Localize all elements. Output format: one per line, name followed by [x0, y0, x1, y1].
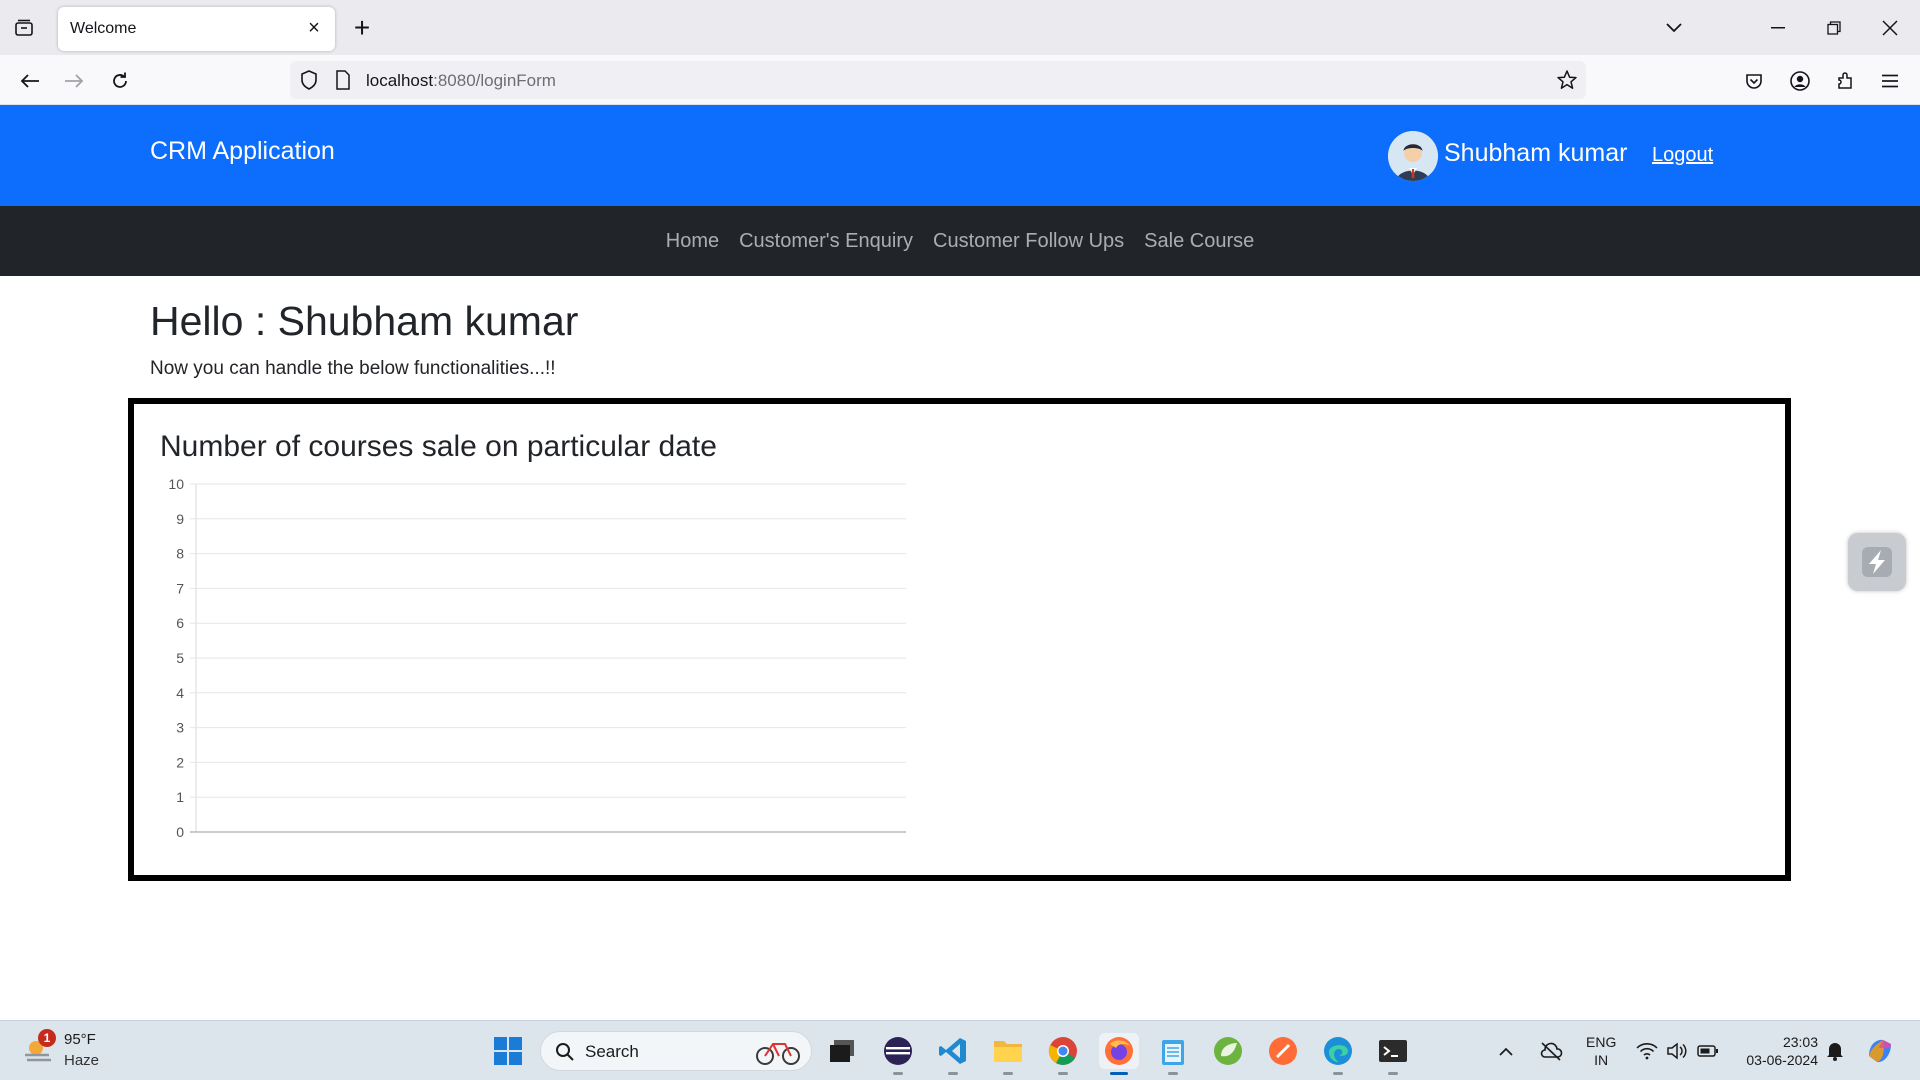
- wifi-icon[interactable]: [1634, 1033, 1660, 1069]
- active-indicator: [1110, 1072, 1128, 1075]
- account-icon[interactable]: [1784, 65, 1816, 97]
- spring-tool-icon[interactable]: [1210, 1033, 1246, 1069]
- vscode-icon[interactable]: [935, 1033, 971, 1075]
- y-tick-label: 3: [176, 720, 184, 736]
- logout-link[interactable]: Logout: [1652, 144, 1713, 167]
- reload-icon[interactable]: [104, 65, 136, 97]
- page-title: Hello : Shubham kumar: [150, 298, 579, 344]
- url-path: :8080/loginForm: [433, 71, 556, 90]
- weather-badge: 1: [38, 1029, 56, 1047]
- running-indicator: [948, 1072, 958, 1075]
- battery-icon[interactable]: [1695, 1033, 1721, 1069]
- y-tick-label: 7: [176, 580, 184, 596]
- user-name: Shubham kumar: [1444, 139, 1628, 167]
- running-indicator: [1333, 1072, 1343, 1075]
- bolt-icon: [1862, 547, 1892, 577]
- y-tick-label: 10: [168, 476, 184, 492]
- nav-home[interactable]: Home: [656, 230, 729, 253]
- running-indicator: [1003, 1072, 1013, 1075]
- running-indicator: [1388, 1072, 1398, 1075]
- y-tick-label: 6: [176, 615, 184, 631]
- star-icon[interactable]: [1556, 69, 1578, 91]
- window-close-icon[interactable]: [1874, 12, 1906, 44]
- nav-customer-follow-ups[interactable]: Customer Follow Ups: [923, 230, 1134, 253]
- language-indicator[interactable]: ENG IN: [1586, 1033, 1616, 1069]
- close-icon[interactable]: ×: [303, 17, 325, 39]
- browser-toolbar: localhost:8080/loginForm: [0, 55, 1920, 105]
- bicycle-icon: [756, 1043, 800, 1065]
- brand-title[interactable]: CRM Application: [150, 137, 335, 166]
- y-tick-label: 0: [176, 824, 184, 840]
- browser-tab-bar: Welcome × +: [0, 0, 1920, 55]
- restore-icon[interactable]: [1818, 12, 1850, 44]
- extensions-icon[interactable]: [1829, 65, 1861, 97]
- volume-icon[interactable]: [1664, 1033, 1690, 1069]
- browser-tab-welcome[interactable]: Welcome ×: [58, 7, 335, 51]
- search-icon: [556, 1043, 574, 1061]
- avatar: [1388, 131, 1438, 181]
- edge-icon[interactable]: [1320, 1033, 1356, 1075]
- clock-date: 03-06-2024: [1746, 1052, 1818, 1068]
- clock-time: 23:03: [1782, 1034, 1818, 1050]
- y-tick-label: 9: [176, 511, 184, 527]
- firefox-icon[interactable]: [1099, 1033, 1139, 1075]
- page-icon[interactable]: [332, 69, 354, 91]
- lang-code: ENG: [1586, 1034, 1617, 1050]
- page-subtitle: Now you can handle the below functionali…: [150, 358, 556, 379]
- windows-taskbar: 1 95°F Haze Search ENG IN 23:03 03-06-20…: [0, 1020, 1920, 1080]
- chevron-down-icon[interactable]: [1660, 14, 1688, 42]
- url-host: localhost: [366, 71, 434, 90]
- minimize-icon[interactable]: [1762, 12, 1794, 44]
- copilot-icon[interactable]: [1862, 1033, 1898, 1069]
- main-nav: Home Customer's Enquiry Customer Follow …: [0, 206, 1920, 276]
- pocket-icon[interactable]: [1738, 65, 1770, 97]
- url-text: localhost:8080/loginForm: [366, 71, 556, 91]
- menu-icon[interactable]: [1874, 65, 1906, 97]
- clock[interactable]: 23:03 03-06-2024: [1738, 1033, 1818, 1069]
- side-widget-button[interactable]: [1848, 533, 1906, 591]
- back-arrow-icon[interactable]: [14, 65, 46, 97]
- address-bar[interactable]: localhost:8080/loginForm: [290, 61, 1586, 99]
- task-view-icon[interactable]: [824, 1033, 860, 1069]
- lang-region: IN: [1594, 1052, 1609, 1068]
- new-tab-button[interactable]: +: [348, 12, 376, 43]
- cloud-offline-icon[interactable]: [1537, 1033, 1565, 1069]
- postman-icon[interactable]: [1265, 1033, 1301, 1069]
- y-tick-label: 1: [176, 789, 184, 805]
- y-tick-label: 5: [176, 650, 184, 666]
- y-tick-label: 8: [176, 546, 184, 562]
- tab-title: Welcome: [70, 20, 137, 37]
- shield-icon[interactable]: [298, 69, 320, 91]
- search-label: Search: [585, 1042, 639, 1061]
- weather-condition[interactable]: Haze: [64, 1052, 99, 1069]
- bar-chart: 0 1 2 3 4 5 6 7 8 9 10: [168, 476, 906, 840]
- running-indicator: [1168, 1072, 1178, 1075]
- running-indicator: [1058, 1072, 1068, 1075]
- taskbar-search-input[interactable]: Search: [540, 1031, 812, 1071]
- chrome-icon[interactable]: [1045, 1033, 1081, 1075]
- notepad-icon[interactable]: [1155, 1033, 1191, 1075]
- nav-customers-enquiry[interactable]: Customer's Enquiry: [729, 230, 923, 253]
- chevron-up-icon[interactable]: [1494, 1033, 1518, 1069]
- tab-list-icon[interactable]: [12, 16, 36, 40]
- running-indicator: [893, 1072, 903, 1075]
- file-explorer-icon[interactable]: [990, 1033, 1026, 1075]
- terminal-icon[interactable]: [1375, 1033, 1411, 1075]
- nav-sale-course[interactable]: Sale Course: [1134, 230, 1264, 253]
- bell-icon[interactable]: [1822, 1033, 1848, 1069]
- forward-arrow-icon[interactable]: [58, 65, 90, 97]
- user-avatar-icon: [1388, 131, 1438, 181]
- y-tick-label: 4: [176, 685, 184, 701]
- y-tick-label: 2: [176, 754, 184, 770]
- weather-temp[interactable]: 95°F: [64, 1031, 96, 1048]
- chart-title: Number of courses sale on particular dat…: [160, 430, 717, 463]
- eclipse-icon[interactable]: [880, 1033, 916, 1075]
- app-header: CRM Application Shubham kumar Logout: [0, 105, 1920, 206]
- windows-start-icon[interactable]: [490, 1033, 526, 1069]
